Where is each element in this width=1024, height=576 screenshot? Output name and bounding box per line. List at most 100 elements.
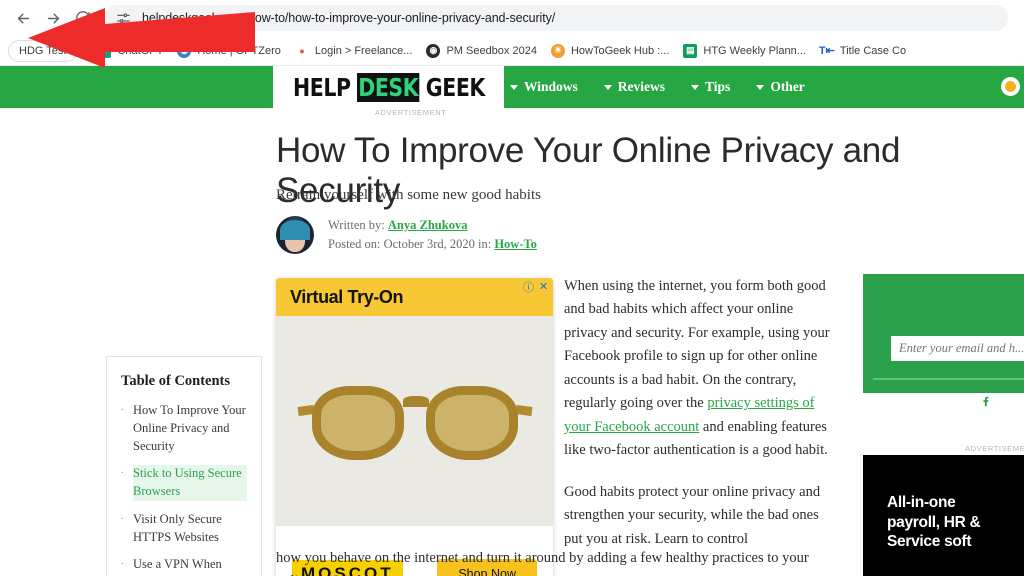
ad-close-icon[interactable]: ✕ bbox=[537, 280, 550, 293]
posted-date: October 3rd, 2020 in: bbox=[383, 237, 495, 251]
bookmark-freelance-login[interactable]: • Login > Freelance... bbox=[289, 40, 419, 62]
freelance-icon: • bbox=[299, 42, 305, 59]
seedbox-icon: ◉ bbox=[426, 43, 441, 58]
sidebar-advertisement[interactable]: All-in-one payroll, HR & Service soft bbox=[863, 455, 1024, 576]
bookmark-pm-seedbox[interactable]: ◉ PM Seedbox 2024 bbox=[420, 40, 543, 62]
article-paragraph-1: When using the internet, you form both g… bbox=[564, 275, 834, 463]
site-logo-text: HELP DESK GEEK bbox=[292, 72, 485, 102]
nav-label: Reviews bbox=[617, 79, 666, 94]
bookmark-chatgpt[interactable]: ⚛ ChatGPT bbox=[91, 40, 169, 62]
ad-headline: Virtual Try-On bbox=[290, 286, 404, 307]
twitter-icon[interactable] bbox=[911, 392, 928, 409]
category-link[interactable]: How-To bbox=[494, 237, 537, 251]
ad-choices-controls: ⓘ ✕ bbox=[522, 280, 550, 294]
linkedin-icon[interactable] bbox=[1010, 392, 1024, 409]
paragraph-text-before-link: When using the internet, you form both g… bbox=[564, 278, 830, 412]
bookmark-label: HowToGeek Hub :... bbox=[570, 44, 670, 57]
page-settings-icon[interactable] bbox=[114, 9, 132, 27]
logo-part-geek: GEEK bbox=[418, 72, 485, 102]
article-paragraph-2-wrap: how you behave on the internet and turn … bbox=[276, 550, 809, 576]
advertisement-label-sidebar: ADVERTISEMENT bbox=[965, 444, 1024, 453]
site-header: HELP DESK GEEK Windows Reviews Tips Othe… bbox=[0, 66, 1024, 108]
article-subtitle: Retrain yourself with some new good habi… bbox=[276, 187, 541, 203]
table-of-contents: Table of Contents ∙ How To Improve Your … bbox=[106, 356, 262, 576]
address-bar[interactable]: helpdeskgeek.com/how-to/how-to-improve-y… bbox=[104, 5, 1008, 31]
forward-arrow-icon[interactable] bbox=[38, 3, 68, 33]
bullet-icon: ∙ bbox=[121, 404, 124, 416]
article-paragraph-2-column: Good habits protect your online privacy … bbox=[564, 484, 821, 547]
toc-item-label: Visit Only Secure HTTPS Websites bbox=[133, 511, 222, 544]
nav-label: Tips bbox=[705, 79, 731, 94]
bookmark-folder-hdg-test[interactable]: HDG Test bbox=[8, 39, 78, 62]
eyeglasses-icon bbox=[296, 380, 533, 462]
ad-headline-bar: Virtual Try-On ⓘ ✕ bbox=[276, 278, 553, 316]
newsletter-signup-box bbox=[863, 274, 1024, 407]
address-bar-url: helpdeskgeek.com/how-to/how-to-improve-y… bbox=[142, 11, 556, 25]
bookmark-label: HTG Weekly Plann... bbox=[703, 44, 806, 57]
bookmark-label: Home | GPTZero bbox=[197, 44, 281, 57]
chevron-down-icon bbox=[756, 84, 765, 90]
toc-item-1[interactable]: ∙ How To Improve Your Online Privacy and… bbox=[121, 402, 247, 455]
written-by-label: Written by: bbox=[328, 218, 388, 233]
back-arrow-icon[interactable] bbox=[8, 3, 38, 33]
nav-item-reviews[interactable]: Reviews bbox=[603, 79, 666, 95]
nav-label: Other bbox=[770, 79, 805, 94]
bookmark-label: Login > Freelance... bbox=[314, 44, 413, 57]
nav-label: Windows bbox=[524, 79, 578, 94]
newsletter-email-input[interactable] bbox=[891, 336, 1024, 361]
chatgpt-icon: ⚛ bbox=[97, 43, 112, 58]
glasses-temple-right bbox=[514, 404, 533, 417]
glasses-bridge bbox=[402, 396, 429, 407]
glasses-lens-left bbox=[311, 386, 404, 460]
bookmarks-bar: HDG Test ⚛ ChatGPT ◉ Home | GPTZero • Lo… bbox=[0, 36, 1024, 66]
in-article-advertisement[interactable]: Virtual Try-On ⓘ ✕ MOSCOT Shop Now bbox=[276, 278, 553, 576]
byline: Written by: Anya Zhukova Posted on: Octo… bbox=[276, 216, 537, 254]
user-avatar-icon[interactable] bbox=[1001, 77, 1020, 96]
sidebar-ad-line-1: All-in-one bbox=[887, 494, 956, 511]
toc-item-2[interactable]: ∙ Stick to Using Secure Browsers bbox=[121, 465, 247, 501]
chevron-down-icon bbox=[691, 84, 700, 90]
site-logo[interactable]: HELP DESK GEEK bbox=[273, 66, 504, 108]
social-links bbox=[911, 392, 1024, 409]
nav-item-tips[interactable]: Tips bbox=[691, 79, 730, 95]
bookmark-howtogeek-hub[interactable]: ☀ HowToGeek Hub :... bbox=[545, 40, 675, 62]
bookmark-title-case[interactable]: T⇤ Title Case Co bbox=[814, 40, 912, 62]
advertisement-label: ADVERTISEMENT bbox=[375, 108, 447, 117]
logo-part-help: HELP bbox=[292, 72, 357, 102]
posted-on-label: Posted on: bbox=[328, 237, 384, 251]
bookmark-gptzero[interactable]: ◉ Home | GPTZero bbox=[171, 40, 287, 62]
toc-item-4[interactable]: ∙ Use a VPN When bbox=[121, 556, 247, 574]
avatar bbox=[276, 216, 314, 254]
sidebar-ad-line-3: Service soft bbox=[887, 533, 972, 551]
bullet-icon: ∙ bbox=[121, 558, 124, 571]
ad-info-icon[interactable]: ⓘ bbox=[522, 280, 535, 294]
browser-chrome: helpdeskgeek.com/how-to/how-to-improve-y… bbox=[0, 0, 1024, 66]
titlecase-icon: T⇤ bbox=[818, 45, 835, 57]
bookmark-label: HDG Test bbox=[19, 44, 67, 57]
glasses-lens-right bbox=[425, 386, 518, 460]
chevron-down-icon bbox=[603, 84, 612, 90]
google-sheets-icon: ▤ bbox=[683, 43, 698, 58]
bookmark-label: PM Seedbox 2024 bbox=[446, 44, 537, 57]
toc-item-label: Stick to Using Secure Browsers bbox=[133, 465, 247, 501]
chevron-down-icon bbox=[510, 84, 518, 90]
toc-item-3[interactable]: ∙ Visit Only Secure HTTPS Websites bbox=[121, 511, 247, 547]
byline-author-line: Written by: Anya Zhukova bbox=[328, 216, 537, 235]
toc-title: Table of Contents bbox=[121, 373, 231, 389]
facebook-icon[interactable] bbox=[977, 392, 994, 409]
browser-toolbar: helpdeskgeek.com/how-to/how-to-improve-y… bbox=[0, 0, 1024, 36]
nav-item-other[interactable]: Other bbox=[756, 79, 805, 95]
bookmark-htg-weekly-planner[interactable]: ▤ HTG Weekly Plann... bbox=[677, 40, 812, 62]
author-link[interactable]: Anya Zhukova bbox=[388, 218, 468, 232]
instagram-icon[interactable] bbox=[944, 392, 961, 409]
logo-part-desk: DESK bbox=[356, 72, 419, 102]
ad-product-image bbox=[276, 316, 553, 526]
byline-text: Written by: Anya Zhukova Posted on: Octo… bbox=[328, 216, 537, 254]
bookmark-label: ChatGPT bbox=[117, 44, 164, 57]
nav-item-windows[interactable]: Windows bbox=[510, 79, 578, 95]
bullet-icon: ∙ bbox=[121, 512, 124, 525]
bullet-icon: ∙ bbox=[121, 467, 124, 480]
reload-icon[interactable] bbox=[68, 3, 98, 33]
site-navigation: Windows Reviews Tips Other bbox=[510, 66, 831, 108]
toc-item-label: How To Improve Your Online Privacy and S… bbox=[133, 403, 246, 453]
